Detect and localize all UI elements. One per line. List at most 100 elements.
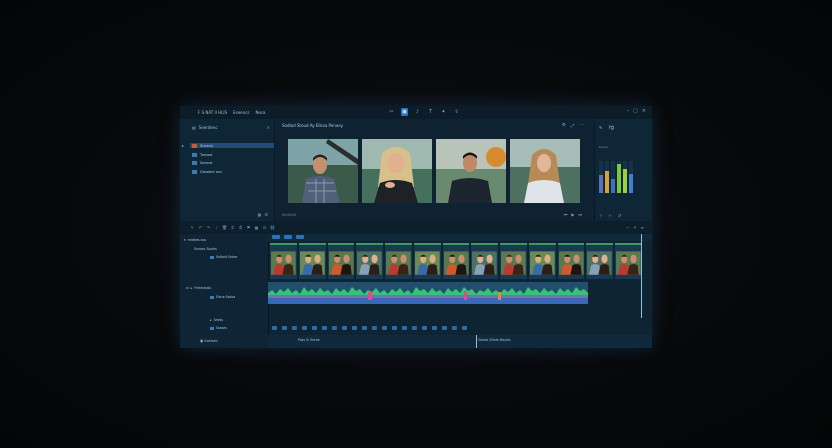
video-clip[interactable] (298, 243, 326, 279)
speed-icon[interactable]: ⏱ (238, 225, 243, 230)
timeline-ruler[interactable] (268, 234, 652, 241)
text-icon[interactable]: T (427, 108, 434, 116)
clip-thumbnail (270, 245, 297, 279)
undo-icon[interactable]: ↶ (198, 225, 203, 230)
expand-icon[interactable]: ▸ (191, 286, 193, 290)
media-item-label: Saresd (200, 160, 213, 165)
video-clip[interactable] (471, 243, 499, 279)
media-icon[interactable]: ▣ (401, 108, 408, 116)
close-icon[interactable]: × (642, 108, 646, 114)
clip-chip-icon (210, 326, 214, 330)
reset-icon[interactable]: ↺ (618, 213, 621, 218)
link-icon[interactable]: ⛓ (270, 225, 275, 230)
split-icon[interactable]: ⧸ (214, 225, 219, 230)
ruler-marker[interactable] (272, 235, 280, 239)
track-label: Frnteslsals (194, 286, 212, 290)
media-item-4[interactable]: Gasaled ans (192, 169, 222, 174)
preview-frame-2[interactable] (362, 139, 432, 203)
video-clip[interactable] (385, 243, 412, 279)
menu-item-2[interactable]: Nesa (255, 110, 265, 115)
video-clip[interactable] (557, 243, 585, 279)
caption-track[interactable]: Psas Si Seshe Giesta SSeek Bayles (268, 335, 652, 348)
prev-frame-icon[interactable]: ⏮ (564, 212, 568, 217)
ruler-marker[interactable] (296, 235, 304, 239)
media-panel-title: Seerdenc (198, 125, 218, 130)
list-view-icon[interactable]: ☰ (264, 212, 268, 217)
redo-icon[interactable]: ↷ (206, 225, 211, 230)
maximize-icon[interactable]: ▢ (633, 108, 638, 114)
marker-icon[interactable]: ⚑ (246, 225, 251, 230)
lock-icon[interactable]: ⊡ (262, 225, 267, 230)
caption-divider (476, 335, 477, 348)
adjust-icon[interactable]: ⊹ (608, 213, 611, 218)
fit-icon[interactable]: ⇔ (641, 225, 644, 230)
video-clip[interactable] (442, 243, 470, 279)
ruler-marker[interactable] (284, 235, 292, 239)
audio-icon[interactable]: ♪ (414, 108, 421, 116)
preview-frames (288, 139, 580, 203)
clip-thumbnail (557, 245, 585, 279)
clip-thumbnail (385, 245, 412, 279)
sub-ruler-tick (272, 326, 277, 330)
track-header-5[interactable]: Elsne Ssdod (210, 295, 235, 299)
expand-icon[interactable]: ▸ (210, 318, 212, 322)
lock-track-icon[interactable]: ⊡ (186, 286, 189, 290)
cut-icon[interactable]: ✂ (388, 108, 395, 116)
panel-close-icon[interactable]: × (267, 125, 270, 130)
audio-track[interactable] (268, 282, 588, 304)
next-frame-icon[interactable]: ⏭ (578, 212, 582, 217)
video-clip[interactable] (615, 243, 642, 279)
video-clip[interactable] (500, 243, 527, 279)
media-side-icon[interactable]: ▸ (182, 143, 184, 148)
pen-icon[interactable]: ✎ (599, 125, 602, 130)
track-header-6[interactable]: ▸ Shess (210, 318, 223, 322)
track-header-1[interactable]: ▾ mrdees ssa (184, 238, 206, 242)
video-clip[interactable] (356, 243, 384, 279)
zoom-in-icon[interactable]: + (633, 225, 636, 230)
crop-icon[interactable]: ⌗ (230, 225, 235, 230)
play-icon[interactable]: ▶ (571, 212, 574, 217)
preview-frame-3[interactable] (436, 139, 506, 203)
video-clip[interactable] (413, 243, 441, 279)
grid-view-icon[interactable]: ▦ (258, 212, 262, 217)
clip-thumbnail (528, 245, 556, 279)
inspector-tab[interactable]: ŀģ (609, 125, 614, 131)
track-header-4[interactable]: ⊡ ▸ Frnteslsals (186, 286, 211, 290)
caption-right[interactable]: Giesta SSeek Bayles (478, 338, 511, 342)
track-header-3[interactable]: Sntkeit Sntee (210, 255, 237, 259)
expand-icon[interactable]: ▾ (184, 238, 186, 242)
preview-frame-4[interactable] (510, 139, 580, 203)
window-controls: – ▢ × (627, 108, 646, 114)
media-item-1[interactable]: Sheenk (190, 143, 274, 148)
select-icon[interactable]: ↖ (190, 225, 195, 230)
settings-icon[interactable]: ⚙ (562, 123, 566, 129)
fullscreen-icon[interactable]: ⤢ (571, 123, 575, 129)
clip-thumbnail (471, 245, 499, 279)
level-meter-fill (623, 169, 627, 193)
zoom-out-icon[interactable]: − (626, 225, 629, 230)
menu-item-1[interactable]: Eseencs (233, 110, 249, 115)
sub-ruler-tick (382, 326, 387, 330)
video-clip[interactable] (528, 243, 556, 279)
grid-icon[interactable]: ▦ (254, 225, 259, 230)
track-header-2[interactable]: Snnesc Sssdrs (194, 247, 217, 251)
more-icon[interactable]: ⋯ (580, 123, 585, 129)
media-item-2[interactable]: Tonsod (192, 152, 212, 157)
effects-icon[interactable]: ✦ (440, 108, 447, 116)
minimize-icon[interactable]: – (627, 108, 630, 114)
magic-icon[interactable]: ✧ (599, 213, 602, 218)
inspector-tools: ✧ ⊹ ↺ (599, 213, 621, 218)
track-header-7[interactable]: Sseses (210, 326, 227, 330)
video-clip[interactable] (586, 243, 614, 279)
delete-icon[interactable]: 🗑 (222, 225, 227, 230)
clip-thumbnail (327, 245, 355, 279)
clip-thumbnail (442, 245, 470, 279)
media-item-3[interactable]: Saresd (192, 160, 212, 165)
playhead[interactable] (641, 234, 642, 318)
export-icon[interactable]: ⇪ (453, 108, 460, 116)
caption-left[interactable]: Psas Si Seshe (298, 338, 320, 342)
preview-frame-1[interactable] (288, 139, 358, 203)
video-clip[interactable] (270, 243, 297, 279)
sub-ruler-tick (332, 326, 337, 330)
video-clip[interactable] (327, 243, 355, 279)
